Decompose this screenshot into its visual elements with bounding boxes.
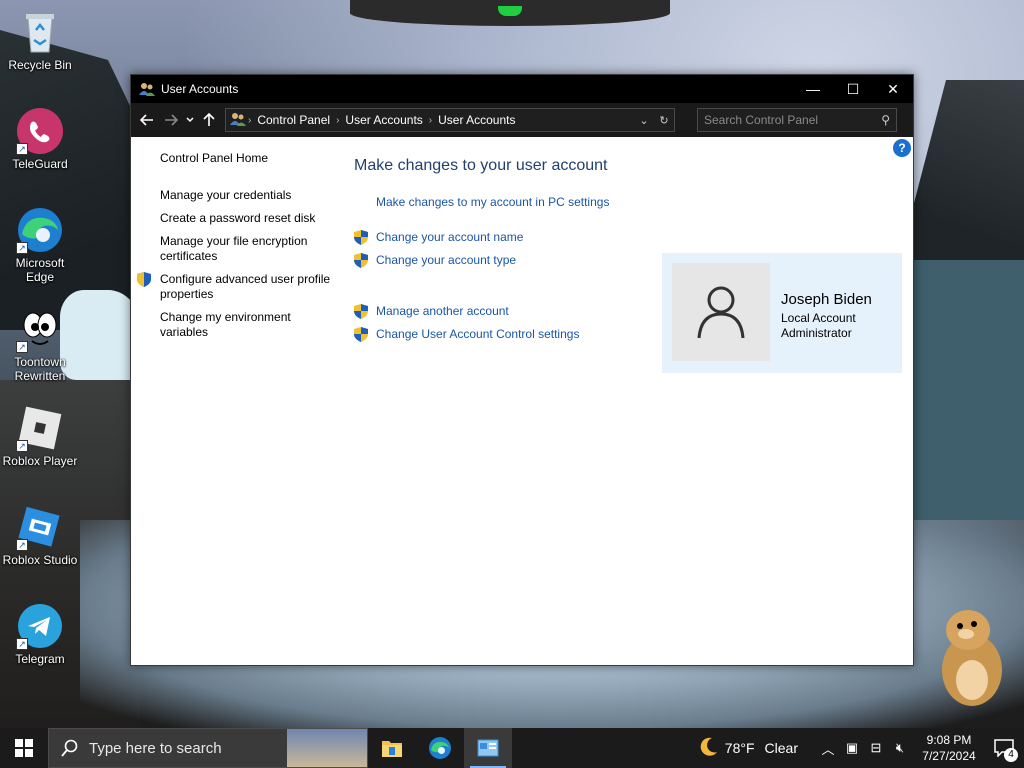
desktop-icon-teleguard[interactable]: ↗ TeleGuard: [0, 107, 80, 171]
uac-shield-icon: [354, 253, 368, 268]
navigation-bar: › Control Panel › User Accounts › User A…: [131, 103, 913, 137]
roblox-studio-icon: ↗: [16, 503, 64, 551]
user-name: Joseph Biden: [781, 291, 872, 308]
show-hidden-icons-chevron-up-icon[interactable]: ︿: [816, 739, 840, 758]
address-bar[interactable]: › Control Panel › User Accounts › User A…: [225, 108, 675, 132]
search-icon: [61, 739, 78, 757]
user-silhouette-icon: [697, 286, 745, 339]
search-highlight-image: [287, 729, 367, 767]
notifications-button[interactable]: 4: [984, 728, 1024, 768]
maximize-button[interactable]: ☐: [833, 75, 873, 103]
content-area: ? Control Panel Home Manage your credent…: [131, 137, 913, 665]
taskbar-edge[interactable]: [416, 728, 464, 768]
moon-icon: [697, 736, 719, 761]
roblox-player-icon: ↗: [16, 404, 64, 452]
change-account-type-link[interactable]: Change your account type: [354, 253, 644, 268]
up-arrow-icon: [203, 113, 215, 126]
change-account-name-link[interactable]: Change your account name: [354, 230, 644, 245]
create-password-reset-disk-link[interactable]: Create a password reset disk: [131, 211, 331, 226]
main-pane: Make changes to your user account Make c…: [354, 157, 644, 350]
user-info: Joseph Biden Local Account Administrator: [781, 291, 872, 341]
clock[interactable]: 9:08 PM 7/27/2024: [914, 732, 984, 764]
help-icon[interactable]: ?: [893, 139, 911, 157]
close-button[interactable]: ✕: [873, 75, 913, 103]
window-titlebar[interactable]: User Accounts — ☐ ✕: [131, 75, 913, 103]
desktop-icon-toontown[interactable]: ↗ Toontown Rewritten: [0, 305, 80, 383]
account-role: Administrator: [781, 326, 852, 340]
user-accounts-window: User Accounts — ☐ ✕ › Control Panel › Us…: [130, 74, 914, 666]
uac-shield-icon: [137, 272, 151, 287]
taskbar-search[interactable]: [48, 728, 368, 768]
folder-icon: [382, 741, 402, 757]
windows-logo-icon: [15, 739, 33, 757]
forward-arrow-icon: [165, 114, 178, 126]
hamster-sticker: [930, 600, 1010, 710]
forward-button[interactable]: [159, 108, 183, 132]
start-button[interactable]: [0, 728, 48, 768]
configure-profile-properties-link[interactable]: Configure advanced user profile properti…: [131, 272, 331, 302]
notification-count-badge: 4: [1004, 748, 1018, 762]
clock-date: 7/27/2024: [922, 749, 976, 763]
search-input[interactable]: [704, 113, 882, 127]
back-button[interactable]: [135, 108, 159, 132]
search-icon[interactable]: ⚲: [881, 113, 890, 127]
weather-widget[interactable]: 78°F Clear: [697, 736, 798, 761]
weather-temperature: 78°F: [724, 740, 755, 756]
address-dropdown-icon[interactable]: ⌄: [634, 114, 654, 127]
teleguard-icon: ↗: [16, 107, 64, 155]
back-arrow-icon: [140, 114, 153, 126]
page-title: Make changes to your user account: [354, 157, 608, 174]
user-accounts-icon: [139, 81, 155, 97]
taskbar-control-panel[interactable]: [464, 728, 512, 768]
user-account-card: Joseph Biden Local Account Administrator: [662, 253, 902, 373]
change-environment-variables-link[interactable]: Change my environment variables: [131, 310, 331, 340]
manage-another-account-link[interactable]: Manage another account: [354, 304, 644, 319]
minimize-button[interactable]: —: [793, 75, 833, 103]
taskbar-search-input[interactable]: [89, 739, 289, 757]
system-tray: ︿ ▣ ⊟ 🔇︎: [816, 739, 912, 758]
recycle-bin-icon: [16, 8, 64, 56]
uac-shield-icon: [354, 327, 368, 342]
chevron-down-icon: [186, 117, 194, 123]
breadcrumb-user-accounts-current[interactable]: User Accounts: [432, 113, 521, 127]
up-button[interactable]: [197, 108, 221, 132]
breadcrumb-control-panel[interactable]: Control Panel: [251, 113, 336, 127]
search-box[interactable]: ⚲: [697, 108, 897, 132]
account-type: Local Account: [781, 311, 856, 325]
desktop-icon-recycle-bin[interactable]: Recycle Bin: [0, 8, 80, 72]
left-pane: Control Panel Home Manage your credentia…: [131, 151, 331, 348]
volume-muted-icon[interactable]: 🔇︎: [888, 740, 912, 756]
taskbar-file-explorer[interactable]: [368, 728, 416, 768]
control-panel-icon: [477, 739, 499, 757]
edge-icon: [429, 737, 451, 759]
telegram-icon: ↗: [16, 602, 64, 650]
control-panel-icon: [226, 111, 248, 130]
control-panel-home-link[interactable]: Control Panel Home: [131, 151, 331, 166]
desktop-icon-roblox-studio[interactable]: ↗ Roblox Studio: [0, 503, 80, 567]
pc-settings-link[interactable]: Make changes to my account in PC setting…: [354, 195, 644, 210]
window-title: User Accounts: [161, 82, 239, 96]
breadcrumb-user-accounts[interactable]: User Accounts: [339, 113, 428, 127]
desktop-icon-edge[interactable]: ↗ Microsoft Edge: [0, 206, 80, 284]
avatar: [672, 263, 770, 361]
weather-condition: Clear: [764, 740, 798, 756]
edge-icon: ↗: [16, 206, 64, 254]
taskbar: 78°F Clear ︿ ▣ ⊟ 🔇︎ 9:08 PM 7/27/2024 4: [0, 728, 1024, 768]
change-uac-settings-link[interactable]: Change User Account Control settings: [354, 327, 644, 342]
uac-shield-icon: [354, 230, 368, 245]
clock-time: 9:08 PM: [926, 733, 972, 747]
desktop-icon-roblox-player[interactable]: ↗ Roblox Player: [0, 404, 80, 468]
meet-now-icon[interactable]: ▣: [840, 740, 864, 756]
toontown-icon: ↗: [16, 305, 64, 353]
manage-credentials-link[interactable]: Manage your credentials: [131, 188, 331, 203]
network-icon[interactable]: ⊟: [864, 740, 888, 756]
refresh-icon[interactable]: ↻: [654, 114, 674, 127]
recent-locations-button[interactable]: [183, 108, 197, 132]
manage-file-encryption-link[interactable]: Manage your file encryption certificates: [131, 234, 331, 264]
desktop-icon-telegram[interactable]: ↗ Telegram: [0, 602, 80, 666]
uac-shield-icon: [354, 304, 368, 319]
